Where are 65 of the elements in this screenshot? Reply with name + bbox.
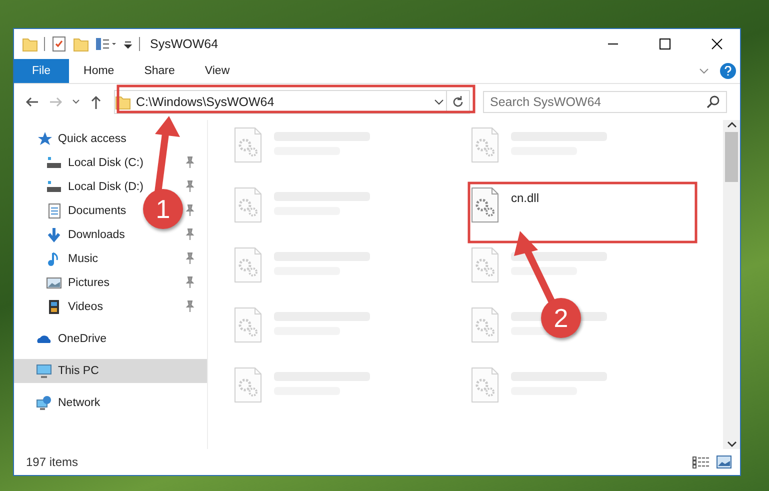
download-arrow-icon: [46, 227, 62, 243]
ribbon-tab[interactable]: File: [14, 59, 69, 83]
blurred-file-item[interactable]: [471, 247, 607, 283]
dll-file-icon: [471, 367, 499, 403]
document-icon: [46, 203, 62, 219]
monitor-icon: [36, 363, 52, 379]
question-mark-icon: [724, 66, 732, 76]
file-name[interactable]: cn.dll: [511, 191, 540, 205]
pin-icon[interactable]: [183, 156, 197, 170]
sidebar-item[interactable]: This PC: [36, 363, 99, 379]
item-count: 197 items: [26, 455, 80, 469]
drive-icon: [46, 155, 62, 171]
network-icon: [36, 395, 52, 411]
scrollbar[interactable]: [723, 120, 740, 449]
scroll-down-icon[interactable]: [726, 439, 736, 449]
checklist-icon[interactable]: [51, 36, 67, 52]
dll-file-icon: [234, 187, 262, 223]
view-options-icon[interactable]: [95, 36, 117, 52]
pin-icon[interactable]: [183, 252, 197, 266]
close-icon: [711, 38, 723, 50]
folder-icon[interactable]: [22, 36, 38, 52]
dll-file-icon: [471, 127, 499, 163]
pin-icon[interactable]: [183, 276, 197, 290]
scrollbar-thumb[interactable]: [725, 132, 738, 182]
maximize-icon: [659, 38, 671, 50]
sidebar-item[interactable]: Videos: [46, 299, 103, 315]
sidebar-item[interactable]: OneDrive: [36, 331, 107, 347]
address-bar[interactable]: C:\Windows\SysWOW64: [114, 90, 470, 114]
folder-icon[interactable]: [73, 36, 89, 52]
sidebar-item[interactable]: Quick access: [36, 131, 126, 147]
large-icons-view-icon[interactable]: [716, 455, 732, 469]
help-icon[interactable]: [720, 63, 736, 79]
sidebar-item[interactable]: Local Disk (D:): [46, 179, 144, 195]
dll-file-icon: [234, 247, 262, 283]
search-field[interactable]: Search SysWOW64: [483, 91, 727, 113]
ribbon-tab[interactable]: Share: [129, 59, 190, 83]
pin-icon[interactable]: [183, 228, 197, 242]
film-icon: [46, 299, 62, 315]
pin-icon[interactable]: [183, 300, 197, 314]
refresh-icon: [451, 95, 465, 109]
scroll-up-icon[interactable]: [726, 120, 736, 130]
sidebar-item[interactable]: Music: [46, 251, 98, 267]
dll-file-icon: [234, 127, 262, 163]
sidebar-item[interactable]: Documents: [46, 203, 126, 219]
picture-icon: [46, 275, 62, 291]
ribbon-tab[interactable]: Home: [68, 59, 130, 83]
drive-icon: [46, 179, 62, 195]
window-title: SysWOW64: [150, 37, 220, 51]
pin-icon[interactable]: [183, 204, 197, 218]
sidebar-item[interactable]: Pictures: [46, 275, 110, 291]
sidebar-item[interactable]: Local Disk (C:): [46, 155, 144, 171]
sidebar-item[interactable]: Network: [36, 395, 100, 411]
dll-file-icon: [234, 307, 262, 343]
pin-icon[interactable]: [183, 180, 197, 194]
star-icon: [36, 131, 52, 147]
address-path: C:\Windows\SysWOW64: [135, 95, 276, 109]
search-placeholder: Search SysWOW64: [490, 95, 602, 109]
search-icon: [706, 95, 720, 109]
details-view-icon[interactable]: [692, 455, 710, 469]
dll-file-icon: [234, 367, 262, 403]
dll-file-icon[interactable]: [471, 187, 499, 223]
ribbon-tab[interactable]: View: [190, 59, 245, 83]
dll-file-icon: [471, 307, 499, 343]
sidebar-item[interactable]: Downloads: [46, 227, 125, 243]
dll-file-icon: [471, 247, 499, 283]
